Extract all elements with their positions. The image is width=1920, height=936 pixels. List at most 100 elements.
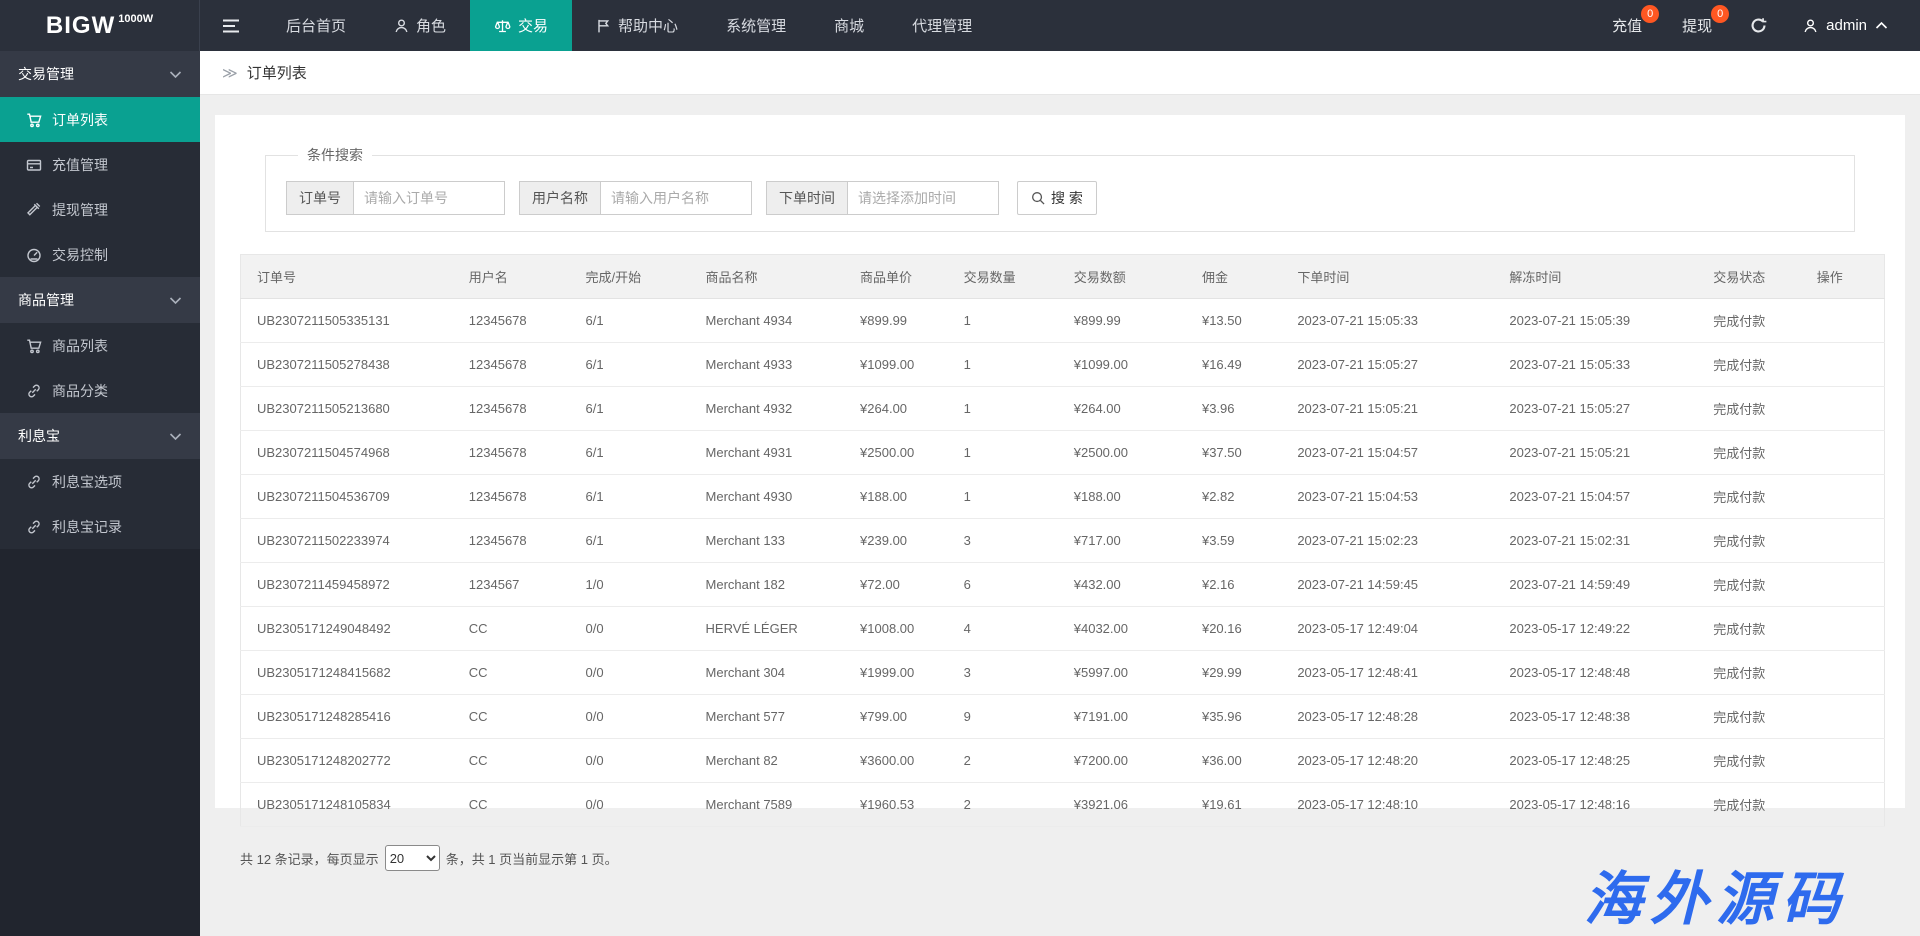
table-cell: 完成付款 (1705, 695, 1809, 739)
table-cell: 完成付款 (1705, 519, 1809, 563)
table-cell: 1 (956, 299, 1066, 343)
table-cell: Merchant 7589 (698, 783, 853, 827)
link-icon (26, 474, 42, 490)
table-cell: ¥899.99 (852, 299, 956, 343)
table-cell: Merchant 4933 (698, 343, 853, 387)
username-label: 用户名称 (519, 181, 600, 215)
sidebar-section-interest-treasure[interactable]: 利息宝 (0, 413, 200, 459)
table-cell: 12345678 (461, 299, 578, 343)
nav-item-help-center[interactable]: 帮助中心 (572, 0, 702, 51)
nav-item-system[interactable]: 系统管理 (702, 0, 810, 51)
table-cell: 1 (956, 343, 1066, 387)
chevron-down-icon (169, 296, 182, 305)
table-cell: 2023-07-21 15:02:23 (1289, 519, 1501, 563)
table-cell: UB2307211459458972 (241, 563, 461, 607)
sidebar-item-product-list[interactable]: 商品列表 (0, 323, 200, 368)
table-cell: 0/0 (578, 739, 698, 783)
sidebar-item-interest-options[interactable]: 利息宝选项 (0, 459, 200, 504)
table-row: UB2307211505213680123456786/1Merchant 49… (241, 387, 1885, 431)
username-input[interactable] (600, 181, 752, 215)
table-cell: 2023-05-17 12:48:38 (1501, 695, 1705, 739)
table-cell: ¥37.50 (1194, 431, 1289, 475)
refresh-button[interactable] (1732, 0, 1785, 51)
sidebar-section-product-management[interactable]: 商品管理 (0, 277, 200, 323)
sidebar-section-trade-management[interactable]: 交易管理 (0, 51, 200, 97)
table-cell: 2023-07-21 15:04:57 (1289, 431, 1501, 475)
table-cell: Merchant 182 (698, 563, 853, 607)
scales-icon (494, 18, 511, 34)
orders-table: 订单号用户名完成/开始商品名称商品单价交易数量交易数额佣金下单时间解冻时间交易状… (240, 254, 1885, 827)
search-button-label: 搜 索 (1051, 188, 1083, 208)
sidebar-item-recharge-management[interactable]: 充值管理 (0, 142, 200, 187)
table-cell: UB2305171249048492 (241, 607, 461, 651)
withdraw-button[interactable]: 提现 0 (1662, 0, 1732, 51)
column-header: 操作 (1809, 255, 1885, 299)
table-cell: ¥72.00 (852, 563, 956, 607)
table-cell: 6/1 (578, 475, 698, 519)
nav-item-agents[interactable]: 代理管理 (888, 0, 996, 51)
table-cell: ¥7191.00 (1066, 695, 1194, 739)
sidebar-item-trade-control[interactable]: 交易控制 (0, 232, 200, 277)
sidebar-item-interest-records[interactable]: 利息宝记录 (0, 504, 200, 549)
table-cell: ¥35.96 (1194, 695, 1289, 739)
chevron-up-icon (1875, 21, 1888, 30)
cart-icon (26, 112, 42, 128)
table-cell: 完成付款 (1705, 299, 1809, 343)
table-cell: 0/0 (578, 783, 698, 827)
order-no-input[interactable] (353, 181, 505, 215)
navbar-right: 充值 0 提现 0 admin (1592, 0, 1920, 51)
table-cell: ¥2.82 (1194, 475, 1289, 519)
table-cell: 0/0 (578, 607, 698, 651)
page-size-select[interactable]: 20 (385, 845, 440, 871)
app-logo[interactable]: BIGW 1000W (0, 0, 200, 51)
nav-item-trade[interactable]: 交易 (470, 0, 572, 51)
table-cell: ¥799.00 (852, 695, 956, 739)
table-cell: 6/1 (578, 519, 698, 563)
sidebar-item-product-category[interactable]: 商品分类 (0, 368, 200, 413)
table-cell: 2023-05-17 12:48:41 (1289, 651, 1501, 695)
table-cell: 1 (956, 431, 1066, 475)
recharge-button[interactable]: 充值 0 (1592, 0, 1662, 51)
chevron-down-icon (169, 432, 182, 441)
table-cell: Merchant 577 (698, 695, 853, 739)
table-cell: 2023-07-21 15:05:21 (1501, 431, 1705, 475)
table-cell: 2023-05-17 12:49:04 (1289, 607, 1501, 651)
table-cell: 1234567 (461, 563, 578, 607)
order-time-input[interactable] (847, 181, 999, 215)
table-cell: CC (461, 783, 578, 827)
watermark: 海外源码 (1584, 852, 1848, 936)
table-cell: 1 (956, 387, 1066, 431)
table-cell: ¥16.49 (1194, 343, 1289, 387)
nav-item-roles[interactable]: 角色 (370, 0, 470, 51)
page-title: 订单列表 (247, 62, 307, 83)
table-cell (1809, 299, 1885, 343)
table-cell: ¥2500.00 (1066, 431, 1194, 475)
nav-item-dashboard[interactable]: 后台首页 (262, 0, 370, 51)
search-icon (1031, 191, 1045, 205)
orders-card: 条件搜索 订单号 用户名称 下单时间 (215, 115, 1905, 808)
refresh-icon (1750, 17, 1767, 34)
table-cell: 完成付款 (1705, 651, 1809, 695)
table-row: UB230721145945897212345671/0Merchant 182… (241, 563, 1885, 607)
table-cell: ¥3.59 (1194, 519, 1289, 563)
table-cell: 1/0 (578, 563, 698, 607)
hamburger-icon (222, 18, 240, 34)
card-icon (26, 157, 42, 173)
nav-item-mall[interactable]: 商城 (810, 0, 888, 51)
table-cell: 2023-07-21 15:04:57 (1501, 475, 1705, 519)
table-cell: 2023-07-21 15:02:31 (1501, 519, 1705, 563)
table-cell: Merchant 304 (698, 651, 853, 695)
sidebar-item-withdraw-management[interactable]: 提现管理 (0, 187, 200, 232)
table-cell: ¥13.50 (1194, 299, 1289, 343)
search-row: 订单号 用户名称 下单时间 (286, 181, 1834, 215)
user-menu[interactable]: admin (1785, 0, 1906, 51)
search-button[interactable]: 搜 索 (1017, 181, 1097, 215)
column-header: 商品单价 (852, 255, 956, 299)
table-cell: Merchant 4930 (698, 475, 853, 519)
sidebar-toggle-button[interactable] (200, 0, 262, 51)
table-row: UB2305171248105834CC0/0Merchant 7589¥196… (241, 783, 1885, 827)
search-fieldset: 条件搜索 订单号 用户名称 下单时间 (265, 145, 1855, 232)
table-cell: UB2307211504536709 (241, 475, 461, 519)
sidebar-item-order-list[interactable]: 订单列表 (0, 97, 200, 142)
table-cell (1809, 431, 1885, 475)
